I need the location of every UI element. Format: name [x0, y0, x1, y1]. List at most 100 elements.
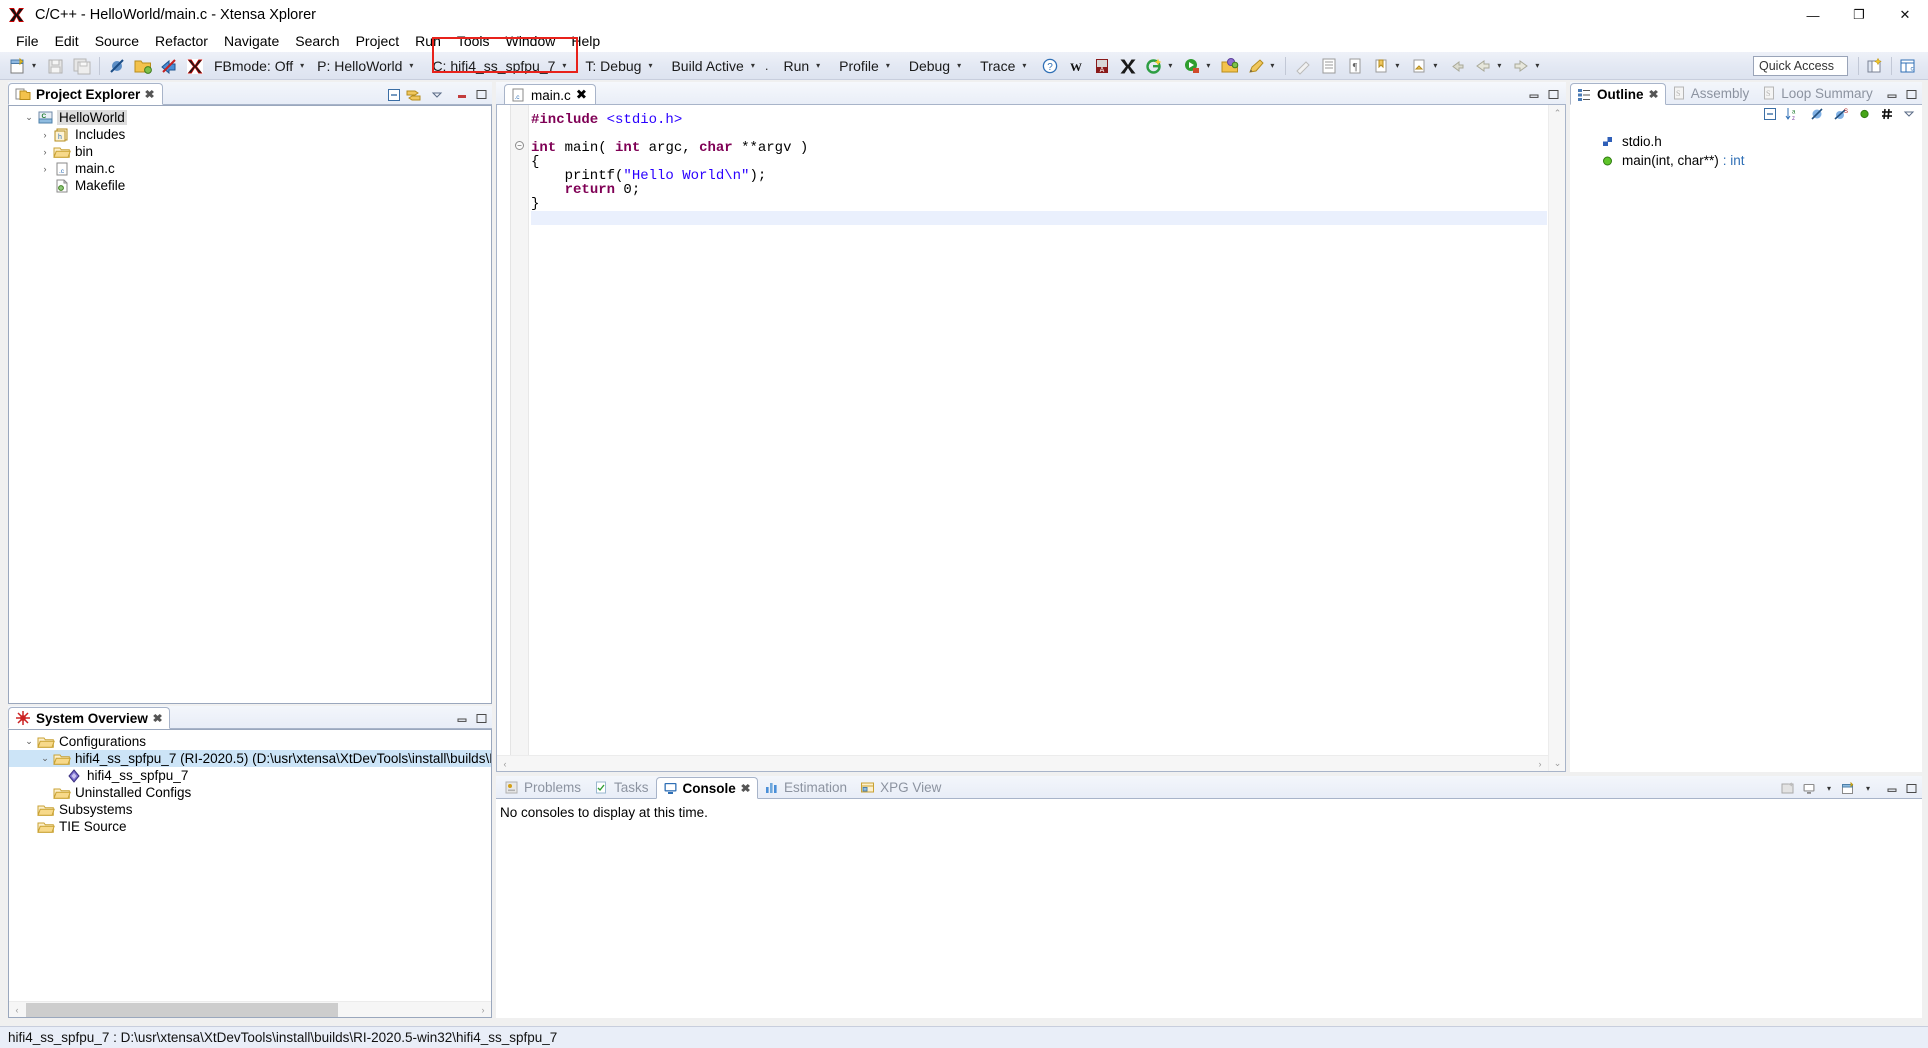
back-button[interactable]: ▾ [1470, 53, 1508, 79]
tab-console[interactable]: Console ✖ [656, 777, 758, 799]
twisty-icon[interactable]: › [37, 164, 53, 174]
scroll-left-arrow[interactable]: ‹ [497, 756, 513, 772]
hide-macros-icon[interactable] [1880, 107, 1894, 120]
tab-loop-summary[interactable]: S Loop Summary [1756, 82, 1880, 104]
minimize-icon[interactable] [1886, 88, 1899, 101]
open-folder-button[interactable] [130, 53, 156, 79]
editor-code[interactable]: #include <stdio.h> int main( int argc, c… [531, 105, 1547, 755]
eraser-button[interactable] [1290, 53, 1316, 79]
new-wizard-caret[interactable]: ▾ [28, 62, 40, 70]
scroll-right-arrow[interactable]: › [1532, 756, 1548, 772]
twisty-icon[interactable]: › [37, 130, 53, 140]
menu-window[interactable]: Window [498, 32, 564, 50]
quick-access-input[interactable]: Quick Access [1753, 56, 1848, 76]
view-menu-icon[interactable] [1903, 107, 1916, 120]
close-icon[interactable]: ✖ [152, 712, 162, 725]
tab-assembly[interactable]: S Assembly [1666, 82, 1757, 104]
run-caret[interactable]: ▾ [812, 62, 824, 70]
note-button[interactable]: ▾ [1406, 53, 1444, 79]
hide-fields-icon[interactable] [1810, 107, 1825, 120]
pdf-export-button[interactable]: A [1089, 53, 1115, 79]
tree-row-uninstalled-configs[interactable]: Uninstalled Configs [9, 784, 491, 801]
menu-search[interactable]: Search [287, 32, 347, 50]
tree-row-tie-source[interactable]: TIE Source [9, 818, 491, 835]
scroll-up-arrow[interactable]: ⌃ [1549, 105, 1566, 121]
skip-breakpoints-button[interactable] [104, 53, 130, 79]
tab-estimation[interactable]: Estimation [758, 776, 854, 798]
scroll-left-arrow[interactable]: ‹ [9, 1002, 25, 1018]
bookmark-caret[interactable]: ▾ [1391, 62, 1403, 70]
save-all-button[interactable] [69, 53, 95, 79]
project-caret[interactable]: ▾ [405, 62, 417, 70]
tab-tasks[interactable]: Tasks [588, 776, 656, 798]
console-content[interactable]: No consoles to display at this time. [496, 799, 1922, 1018]
help-button[interactable]: ? [1037, 53, 1063, 79]
menu-source[interactable]: Source [87, 32, 147, 50]
cpp-perspective-button[interactable]: c [1896, 55, 1920, 77]
menu-project[interactable]: Project [348, 32, 408, 50]
tab-xpg-view[interactable]: XPG View [854, 776, 948, 798]
twisty-icon[interactable]: ⌄ [21, 736, 37, 747]
build-active-caret[interactable]: ▾ [747, 62, 759, 70]
xtensa-tool-button[interactable] [156, 53, 182, 79]
run-last-button[interactable]: ▾ [1179, 53, 1217, 79]
tab-outline[interactable]: Outline ✖ [1570, 83, 1666, 105]
profile-caret[interactable]: ▾ [882, 62, 894, 70]
collapse-all-icon[interactable] [1763, 107, 1776, 120]
build-active-combo[interactable]: Build Active ▾ [665, 53, 761, 79]
new-wizard-button[interactable]: ▾ [5, 53, 43, 79]
google-search-button[interactable]: ▾ [1141, 53, 1179, 79]
twisty-icon[interactable]: ⌄ [37, 753, 53, 764]
new-console-view-icon[interactable] [1841, 782, 1856, 795]
tree-row-hifi4-core[interactable]: hifi4_ss_spfpu_7 [9, 767, 491, 784]
debug-caret[interactable]: ▾ [953, 62, 965, 70]
code-line[interactable]: return 0; [531, 183, 1547, 197]
hscroll-thumb[interactable] [26, 1003, 338, 1017]
tree-row-hifi4-config[interactable]: ⌄ hifi4_ss_spfpu_7 (RI-2020.5) (D:\usr\x… [9, 750, 491, 767]
open-resource-button[interactable] [1217, 53, 1243, 79]
minimize-icon[interactable] [1528, 88, 1541, 101]
view-menu-icon[interactable] [431, 88, 444, 101]
code-line[interactable]: { [531, 155, 1547, 169]
maximize-icon[interactable] [1905, 782, 1918, 795]
editor-folding-ruler[interactable]: − [511, 105, 529, 755]
tab-system-overview[interactable]: System Overview ✖ [8, 707, 170, 729]
target-caret[interactable]: ▾ [644, 62, 656, 70]
maximize-icon[interactable] [1905, 88, 1918, 101]
collapse-all-icon[interactable] [387, 88, 400, 101]
pen-caret[interactable]: ▾ [1266, 62, 1278, 70]
display-selected-console-caret[interactable]: ▾ [1823, 785, 1835, 793]
forward-button[interactable]: ▾ [1508, 53, 1546, 79]
system-overview-hscrollbar[interactable]: ‹ › [9, 1001, 491, 1017]
code-line[interactable] [531, 211, 1547, 225]
code-line[interactable]: #include <stdio.h> [531, 113, 1547, 127]
pen-tool-button[interactable]: ▾ [1243, 53, 1281, 79]
display-selected-console-icon[interactable] [1802, 782, 1817, 795]
tab-problems[interactable]: Problems [498, 776, 588, 798]
close-icon[interactable]: ✖ [576, 87, 587, 103]
menu-tools[interactable]: Tools [449, 32, 498, 50]
trace-caret[interactable]: ▾ [1018, 62, 1030, 70]
xtensa-xplorer-button[interactable] [1115, 53, 1141, 79]
last-edit-location-button[interactable] [1444, 53, 1470, 79]
close-button[interactable]: ✕ [1882, 0, 1928, 30]
table-view-button[interactable] [1316, 53, 1342, 79]
twisty-icon[interactable]: ⌄ [21, 112, 37, 123]
scroll-down-arrow[interactable]: ⌄ [1549, 755, 1566, 771]
google-caret[interactable]: ▾ [1164, 62, 1176, 70]
tree-row-bin[interactable]: › bin [9, 143, 491, 160]
twisty-icon[interactable]: › [37, 147, 53, 157]
maximize-icon[interactable] [475, 88, 488, 101]
paragraph-button[interactable]: ¶ [1342, 53, 1368, 79]
word-export-button[interactable]: W [1063, 53, 1089, 79]
sort-az-icon[interactable]: az [1785, 107, 1801, 120]
maximize-button[interactable]: ❐ [1836, 0, 1882, 30]
editor-hscrollbar[interactable]: ‹ › [497, 755, 1548, 771]
close-icon[interactable]: ✖ [740, 782, 750, 795]
editor-vscrollbar[interactable]: ⌃ ⌄ [1548, 105, 1565, 771]
minimize-icon[interactable] [456, 88, 469, 101]
code-line[interactable]: int main( int argc, char **argv ) [531, 141, 1547, 155]
minimize-icon[interactable] [456, 712, 469, 725]
fbmode-caret[interactable]: ▾ [296, 62, 308, 70]
back-caret[interactable]: ▾ [1493, 62, 1505, 70]
